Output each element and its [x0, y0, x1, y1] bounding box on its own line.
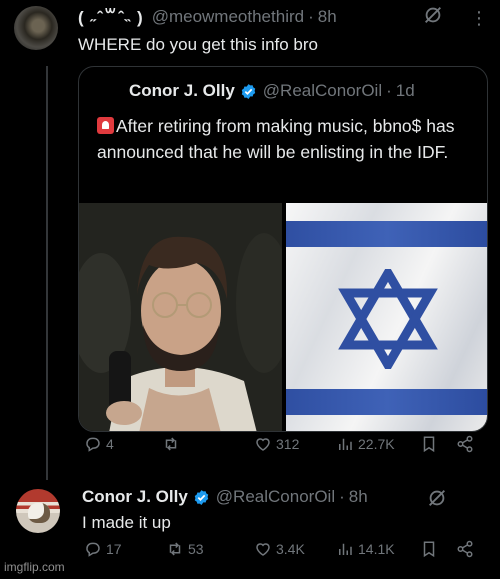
share-icon[interactable]: [456, 540, 474, 558]
heart-icon: [256, 543, 270, 556]
display-name[interactable]: Conor J. Olly: [82, 487, 188, 507]
quoted-post-header: Conor J. Olly @RealConorOil · 1d: [129, 81, 415, 101]
handle: @RealConorOil: [262, 81, 383, 100]
flag-stripe: [286, 221, 487, 247]
repost-button[interactable]: [162, 435, 184, 453]
quoted-post-text: After retiring from making music, bbno$ …: [97, 113, 477, 165]
repost-count: 53: [188, 541, 204, 557]
grok-icon[interactable]: [426, 487, 448, 509]
like-count: 312: [276, 436, 300, 452]
flag-stripe: [286, 389, 487, 415]
view-count: 14.1K: [358, 541, 395, 557]
verified-badge-icon: [241, 83, 256, 99]
reply-1-text: WHERE do you get this info bro: [78, 35, 319, 54]
view-count: 22.7K: [358, 436, 395, 452]
handle[interactable]: @meowmeothethird: [152, 7, 304, 27]
reply-icon: [86, 542, 100, 557]
avatar[interactable]: [14, 6, 58, 50]
separator: ·: [386, 81, 392, 100]
like-button[interactable]: 3.4K: [254, 540, 305, 558]
like-count: 3.4K: [276, 541, 305, 557]
grok-icon[interactable]: [422, 4, 444, 26]
quoted-post-card[interactable]: Conor J. Olly @RealConorOil · 1d After r…: [78, 66, 488, 432]
separator: ·: [339, 487, 345, 506]
reply-2-text: I made it up: [82, 513, 171, 532]
repost-icon: [169, 542, 181, 556]
display-name: Conor J. Olly: [129, 81, 235, 100]
reply-count: 4: [106, 436, 114, 452]
verified-badge-icon: [194, 489, 209, 505]
separator: ·: [308, 7, 314, 26]
views-button[interactable]: 14.1K: [336, 540, 395, 558]
avatar[interactable]: [16, 489, 60, 533]
timestamp: 1d: [395, 81, 415, 100]
quoted-post-body: After retiring from making music, bbno$ …: [97, 116, 455, 162]
reply-button[interactable]: 17: [84, 540, 122, 558]
israel-flag-image[interactable]: [286, 203, 487, 431]
reply-count: 17: [106, 541, 122, 557]
bookmark-icon[interactable]: [420, 540, 438, 558]
person-illustration: [79, 203, 282, 431]
display-name[interactable]: ( ˶ˆ꒳ˆ˵ ): [78, 6, 144, 28]
timestamp[interactable]: 8h: [318, 7, 337, 27]
reply-2-header: Conor J. Olly @RealConorOil · 8h: [82, 487, 368, 507]
repost-icon: [165, 437, 177, 451]
repost-button[interactable]: 53: [166, 540, 204, 558]
siren-emoji-icon: [97, 117, 114, 134]
star-of-david-icon: [338, 269, 438, 369]
heart-icon: [256, 438, 270, 451]
reply-icon: [86, 437, 100, 452]
reply-1-header: ( ˶ˆ꒳ˆ˵ ) @meowmeothethird · 8h: [78, 6, 337, 28]
thread-line: [46, 66, 48, 480]
watermark: imgflip.com: [4, 560, 65, 574]
bookmark-icon[interactable]: [420, 435, 438, 453]
timestamp[interactable]: 8h: [349, 487, 368, 507]
views-button[interactable]: 22.7K: [336, 435, 395, 453]
share-icon[interactable]: [456, 435, 474, 453]
analytics-icon: [339, 543, 352, 555]
media-gallery: [79, 203, 487, 431]
handle[interactable]: @RealConorOil: [216, 487, 335, 507]
person-photo[interactable]: [79, 203, 282, 431]
reply-button[interactable]: 4: [84, 435, 114, 453]
analytics-icon: [339, 438, 352, 450]
like-button[interactable]: 312: [254, 435, 299, 453]
more-options-icon[interactable]: ⋮: [470, 8, 488, 29]
